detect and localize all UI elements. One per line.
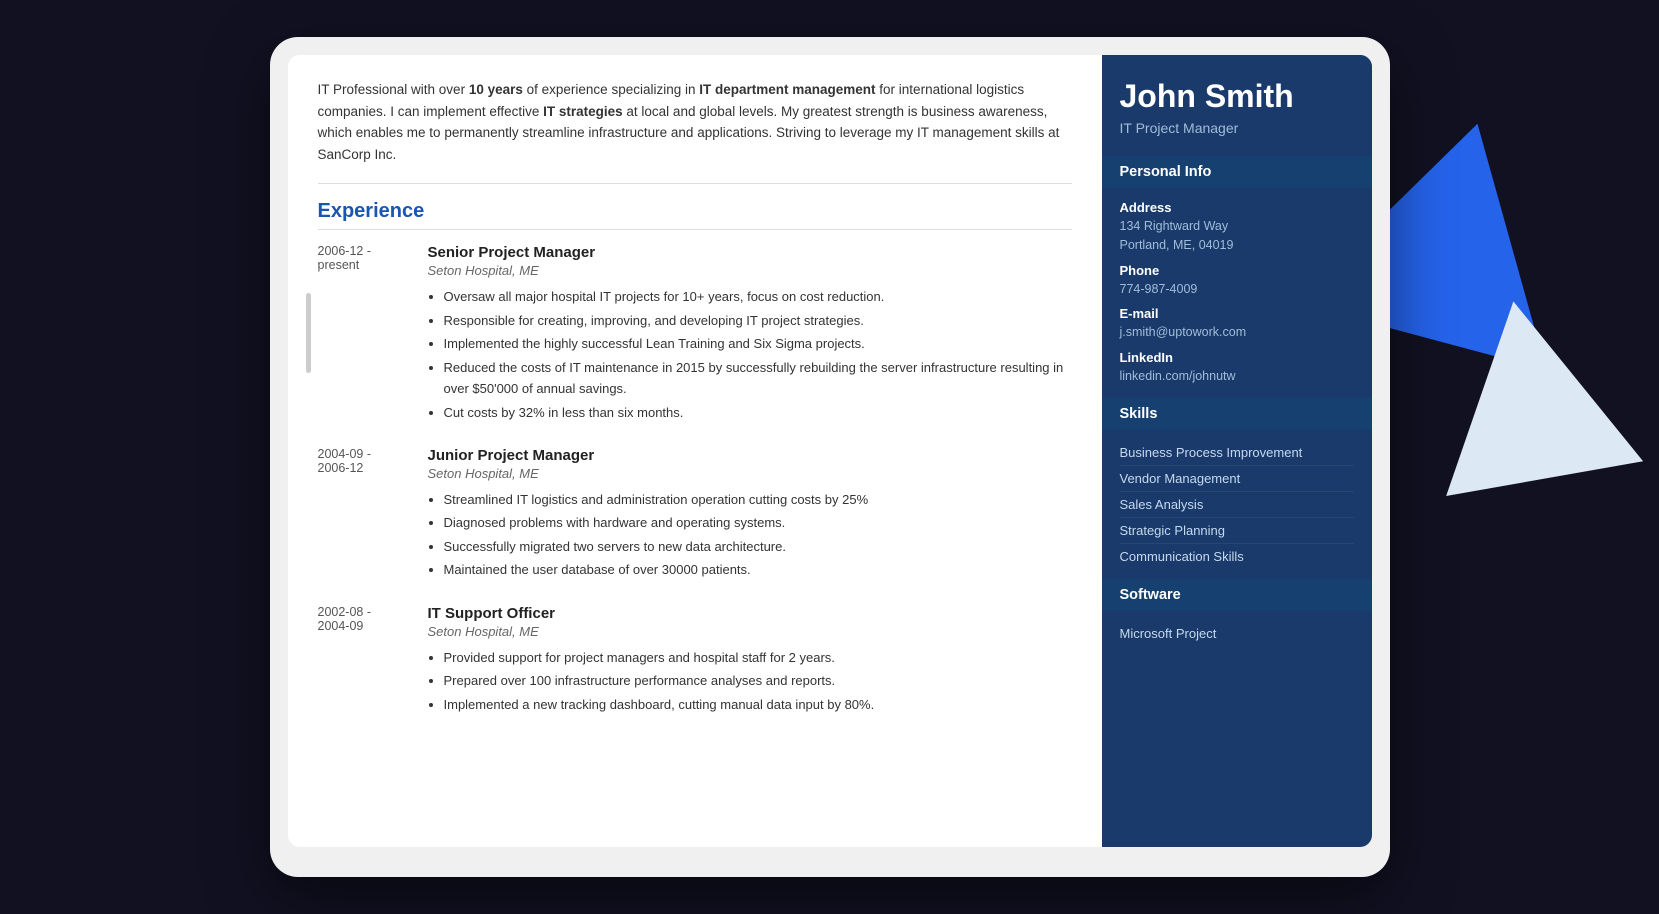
device-screen: IT Professional with over 10 years of ex…	[288, 55, 1372, 847]
exp-content-1: Senior Project Manager Seton Hospital, M…	[428, 244, 1072, 425]
bullet-item: Responsible for creating, improving, and…	[444, 310, 1072, 331]
personal-info-body: Address 134 Rightward Way Portland, ME, …	[1102, 188, 1372, 398]
software-header: Software	[1102, 579, 1372, 611]
linkedin-label: LinkedIn	[1120, 350, 1354, 365]
address-line1: 134 Rightward Way	[1120, 217, 1354, 236]
bullet-item: Provided support for project managers an…	[444, 647, 1072, 668]
exp-company-2: Seton Hospital, ME	[428, 466, 1072, 481]
exp-title-2: Junior Project Manager	[428, 447, 1072, 464]
exp-entry-3: 2002-08 -2004-09 IT Support Officer Seto…	[318, 605, 1072, 717]
bullet-item: Prepared over 100 infrastructure perform…	[444, 670, 1072, 691]
scroll-indicator[interactable]	[306, 293, 311, 373]
exp-bullets-1: Oversaw all major hospital IT projects f…	[428, 286, 1072, 423]
skill-item-0: Business Process Improvement	[1120, 440, 1354, 466]
exp-company-1: Seton Hospital, ME	[428, 263, 1072, 278]
exp-date-1: 2006-12 -present	[318, 244, 408, 425]
exp-title-1: Senior Project Manager	[428, 244, 1072, 261]
software-list: Microsoft Project	[1102, 611, 1372, 656]
candidate-name: John Smith	[1120, 79, 1354, 114]
skill-item-3: Strategic Planning	[1120, 518, 1354, 544]
exp-company-3: Seton Hospital, ME	[428, 624, 1072, 639]
triangle-white-icon	[1415, 284, 1643, 496]
phone-label: Phone	[1120, 263, 1354, 278]
exp-bullets-2: Streamlined IT logistics and administrat…	[428, 489, 1072, 581]
device-frame: IT Professional with over 10 years of ex…	[270, 37, 1390, 877]
email-value: j.smith@uptowork.com	[1120, 323, 1354, 342]
exp-title-3: IT Support Officer	[428, 605, 1072, 622]
exp-entry-2: 2004-09 -2006-12 Junior Project Manager …	[318, 447, 1072, 583]
bullet-item: Diagnosed problems with hardware and ope…	[444, 512, 1072, 533]
exp-date-2: 2004-09 -2006-12	[318, 447, 408, 583]
bullet-item: Implemented a new tracking dashboard, cu…	[444, 694, 1072, 715]
bullet-item: Maintained the user database of over 300…	[444, 559, 1072, 580]
linkedin-value: linkedin.com/johnutw	[1120, 367, 1354, 386]
skill-item-4: Communication Skills	[1120, 544, 1354, 569]
exp-content-2: Junior Project Manager Seton Hospital, M…	[428, 447, 1072, 583]
exp-date-3: 2002-08 -2004-09	[318, 605, 408, 717]
summary-section: IT Professional with over 10 years of ex…	[318, 79, 1072, 165]
skill-item-1: Vendor Management	[1120, 466, 1354, 492]
skills-header: Skills	[1102, 398, 1372, 430]
phone-value: 774-987-4009	[1120, 280, 1354, 299]
exp-bullets-3: Provided support for project managers an…	[428, 647, 1072, 715]
candidate-title: IT Project Manager	[1120, 120, 1354, 136]
bullet-item: Reduced the costs of IT maintenance in 2…	[444, 357, 1072, 400]
experience-heading: Experience	[318, 200, 1072, 230]
skill-item-2: Sales Analysis	[1120, 492, 1354, 518]
summary-divider	[318, 183, 1072, 184]
personal-info-header: Personal Info	[1102, 156, 1372, 188]
skills-list: Business Process Improvement Vendor Mana…	[1102, 430, 1372, 579]
bullet-item: Cut costs by 32% in less than six months…	[444, 402, 1072, 423]
bullet-item: Oversaw all major hospital IT projects f…	[444, 286, 1072, 307]
bullet-item: Streamlined IT logistics and administrat…	[444, 489, 1072, 510]
bullet-item: Successfully migrated two servers to new…	[444, 536, 1072, 557]
email-label: E-mail	[1120, 306, 1354, 321]
exp-content-3: IT Support Officer Seton Hospital, ME Pr…	[428, 605, 1072, 717]
exp-entry-1: 2006-12 -present Senior Project Manager …	[318, 244, 1072, 425]
resume-right-sidebar: John Smith IT Project Manager Personal I…	[1102, 55, 1372, 847]
sidebar-header: John Smith IT Project Manager	[1102, 55, 1372, 156]
software-item-0: Microsoft Project	[1120, 621, 1354, 646]
address-line2: Portland, ME, 04019	[1120, 236, 1354, 255]
address-label: Address	[1120, 200, 1354, 215]
bullet-item: Implemented the highly successful Lean T…	[444, 333, 1072, 354]
resume-left-panel: IT Professional with over 10 years of ex…	[288, 55, 1102, 847]
